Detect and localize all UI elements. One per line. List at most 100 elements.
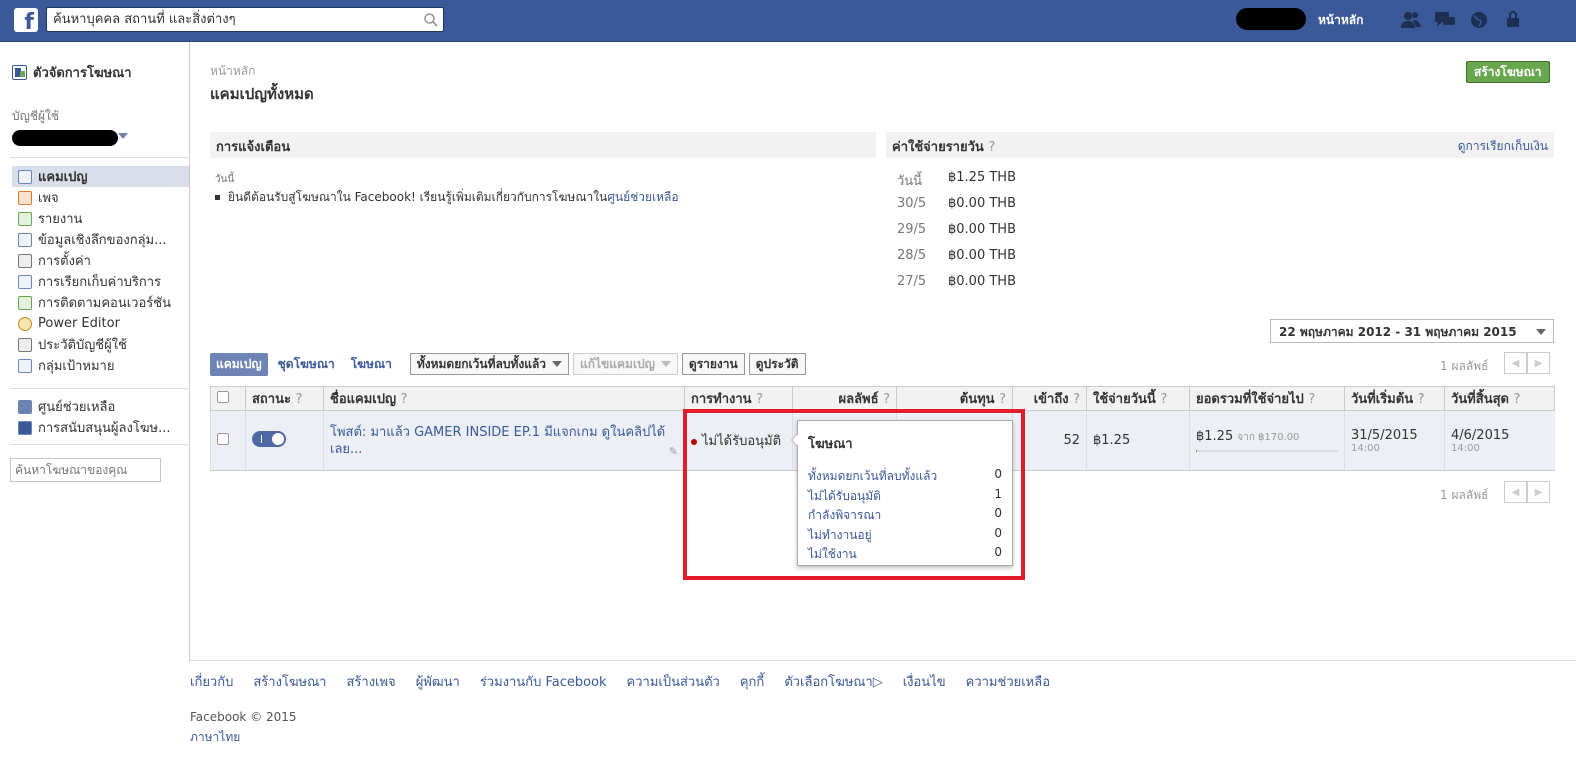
sidebar-item-power-editor[interactable]: Power Editor [12, 313, 189, 334]
prev-page-icon[interactable]: ◀ [1504, 352, 1527, 374]
ads-manager-title-text: ตัวจัดการโฆษณา [33, 66, 132, 81]
redacted-account-name[interactable] [12, 130, 118, 146]
footer-link-ad-choices[interactable]: ตัวเลือกโฆษณา▷ [784, 671, 882, 692]
billing-icon [18, 274, 32, 289]
footer-link-terms[interactable]: เงื่อนไข [903, 671, 946, 692]
next-page-icon[interactable]: ▶ [1527, 481, 1550, 503]
budget-progress-bar [1196, 450, 1338, 452]
status-filter-dropdown[interactable]: ทั้งหมดยกเว้นที่ลบทั้งแล้ว [409, 353, 570, 375]
language-link[interactable]: ภาษาไทย [190, 728, 240, 747]
popover-row[interactable]: ไม่ทำงานอยู่ 0 [808, 526, 1002, 546]
help-center-link[interactable]: ศูนย์ช่วยเหลือ [607, 190, 678, 204]
campaign-status-toggle[interactable] [252, 430, 286, 447]
advertiser-support-icon [18, 420, 32, 435]
popover-row[interactable]: กำลังพิจารณา 0 [808, 506, 1002, 526]
column-header-spent-today[interactable]: ใช้จ่ายวันนี้ ? [1086, 386, 1190, 411]
daily-spend-title: ค่าใช้จ่ายรายวัน [892, 140, 984, 155]
sidebar-item-settings[interactable]: การตั้งค่า [12, 250, 189, 271]
friend-requests-icon[interactable] [1400, 10, 1422, 30]
footer-link-create-ad[interactable]: สร้างโฆษณา [253, 671, 326, 692]
footer-link-help[interactable]: ความช่วยเหลือ [966, 671, 1050, 692]
footer-link-privacy[interactable]: ความเป็นส่วนตัว [627, 671, 720, 692]
ad-search-input[interactable] [11, 459, 156, 481]
sidebar-item-help-center[interactable]: ศูนย์ช่วยเหลือ [12, 396, 189, 417]
date-range-picker[interactable]: 22 พฤษภาคม 2012 - 31 พฤษภาคม 2015 [1270, 319, 1554, 343]
column-header-reach[interactable]: เข้าถึง ? [1012, 386, 1087, 411]
sidebar-item-pages[interactable]: เพจ [12, 187, 189, 208]
ads-manager-title[interactable]: ตัวจัดการโฆษณา [12, 62, 132, 83]
view-history-button[interactable]: ดูประวัติ [748, 353, 806, 375]
home-link[interactable]: หน้าหลัก [1318, 11, 1363, 30]
sidebar-item-advertiser-support[interactable]: การสนับสนุนผู้ลงโฆษ... [12, 417, 189, 438]
prev-page-icon[interactable]: ◀ [1504, 481, 1527, 503]
sidebar-item-reports[interactable]: รายงาน [12, 208, 189, 229]
table-header-row: สถานะ ? ชื่อแคมเปญ ? การทำงาน ? ผลลัพธ์ … [210, 386, 1555, 411]
sidebar-item-label: ประวัติบัญชีผู้ใช้ [38, 338, 127, 353]
account-dropdown-caret-icon[interactable] [118, 133, 128, 139]
help-question-icon[interactable]: ? [988, 140, 995, 155]
tab-campaigns[interactable]: แคมเปญ [210, 352, 268, 376]
search-icon[interactable] [423, 12, 439, 28]
notifications-header: การแจ้งเตือน [210, 132, 876, 158]
power-editor-icon [18, 316, 32, 331]
sidebar-item-campaigns[interactable]: แคมเปญ [12, 166, 189, 187]
popover-title: โฆษณา [808, 437, 853, 452]
footer-link-cookies[interactable]: คุกกี้ [740, 671, 764, 692]
bullet-icon [215, 195, 220, 200]
tab-ad-sets[interactable]: ชุดโฆษณา [272, 353, 341, 376]
view-billing-link[interactable]: ดูการเรียกเก็บเงิน [1458, 137, 1548, 156]
messages-icon[interactable] [1434, 10, 1456, 30]
reach-cell: 52 [1012, 410, 1087, 471]
help-center-icon [18, 399, 32, 414]
footer-link-about[interactable]: เกี่ยวกับ [190, 671, 233, 692]
column-header-status[interactable]: สถานะ ? [245, 386, 324, 411]
privacy-shortcuts-icon[interactable] [1502, 10, 1524, 30]
campaign-name-link[interactable]: โพสต์: มาแล้ว GAMER INSIDE EP.1 มีแจกเกม… [330, 425, 665, 457]
start-date-cell: 31/5/2015 14:00 [1344, 410, 1445, 471]
delivery-status[interactable]: ไม่ได้รับอนุมัติ [702, 434, 781, 449]
facebook-logo-icon[interactable]: f [14, 8, 38, 32]
search-input[interactable] [47, 8, 417, 31]
sidebar-item-billing[interactable]: การเรียกเก็บค่าบริการ [12, 271, 189, 292]
pagination-bottom: ◀ ▶ [1504, 481, 1550, 503]
sidebar-item-conversion-tracking[interactable]: การติดตามคอนเวอร์ชัน [12, 292, 189, 313]
column-header-total-spent[interactable]: ยอดรวมที่ใช้จ่ายไป ? [1189, 386, 1345, 411]
sidebar-help-nav: ศูนย์ช่วยเหลือ การสนับสนุนผู้ลงโฆษ... [12, 396, 189, 438]
column-header-delivery[interactable]: การทำงาน ? [684, 386, 793, 411]
popover-row[interactable]: ไม่ใช้งาน 0 [808, 545, 1002, 565]
spend-date: 28/5 [897, 248, 927, 263]
notifications-globe-icon[interactable] [1468, 10, 1490, 30]
column-header-campaign-name[interactable]: ชื่อแคมเปญ ? [323, 386, 685, 411]
row-checkbox[interactable] [217, 432, 229, 445]
select-all-checkbox[interactable] [217, 390, 229, 403]
popover-row[interactable]: ไม่ได้รับอนุมัติ 1 [808, 487, 1002, 507]
sidebar-item-audiences[interactable]: กลุ่มเป้าหมาย [12, 355, 189, 376]
end-date-cell: 4/6/2015 14:00 [1444, 410, 1555, 471]
footer-link-careers[interactable]: ร่วมงานกับ Facebook [480, 671, 607, 692]
create-ad-button[interactable]: สร้างโฆษณา [1466, 61, 1550, 83]
sidebar-item-account-history[interactable]: ประวัติบัญชีผู้ใช้ [12, 334, 189, 355]
column-header-start-date[interactable]: วันที่เริ่มต้น ? [1344, 386, 1445, 411]
pages-icon [18, 190, 32, 205]
sidebar-item-label: รายงาน [38, 212, 83, 227]
footer-link-create-page[interactable]: สร้างเพจ [346, 671, 395, 692]
column-header-cost[interactable]: ต้นทุน ? [896, 386, 1013, 411]
popover-row[interactable]: ทั้งหมดยกเว้นที่ลบทั้งแล้ว 0 [808, 467, 1002, 487]
next-page-icon[interactable]: ▶ [1527, 352, 1550, 374]
sidebar-item-audience-insights[interactable]: ข้อมูลเชิงลึกของกลุ่ม... [12, 229, 189, 250]
campaign-icon [18, 169, 32, 184]
edit-pencil-icon[interactable]: ✎ [669, 445, 678, 458]
chevron-down-icon [552, 361, 563, 367]
view-report-button[interactable]: ดูรายงาน [681, 353, 745, 375]
tab-ads[interactable]: โฆษณา [345, 353, 398, 376]
spend-value: ฿1.25 THB [948, 170, 1016, 185]
column-header-results[interactable]: ผลลัพธ์ ? [792, 386, 897, 411]
footer-link-developers[interactable]: ผู้พัฒนา [416, 671, 460, 692]
breadcrumb[interactable]: หน้าหลัก [210, 62, 255, 81]
footer-divider [190, 660, 1576, 661]
spend-value: ฿0.00 THB [948, 196, 1016, 211]
column-header-end-date[interactable]: วันที่สิ้นสุด ? [1444, 386, 1555, 411]
edit-campaign-dropdown[interactable]: แก้ไขแคมเปญ [573, 353, 678, 375]
notification-date: วันนี้ [215, 174, 235, 185]
spend-row: 29/5 ฿0.00 THB [897, 222, 1016, 248]
